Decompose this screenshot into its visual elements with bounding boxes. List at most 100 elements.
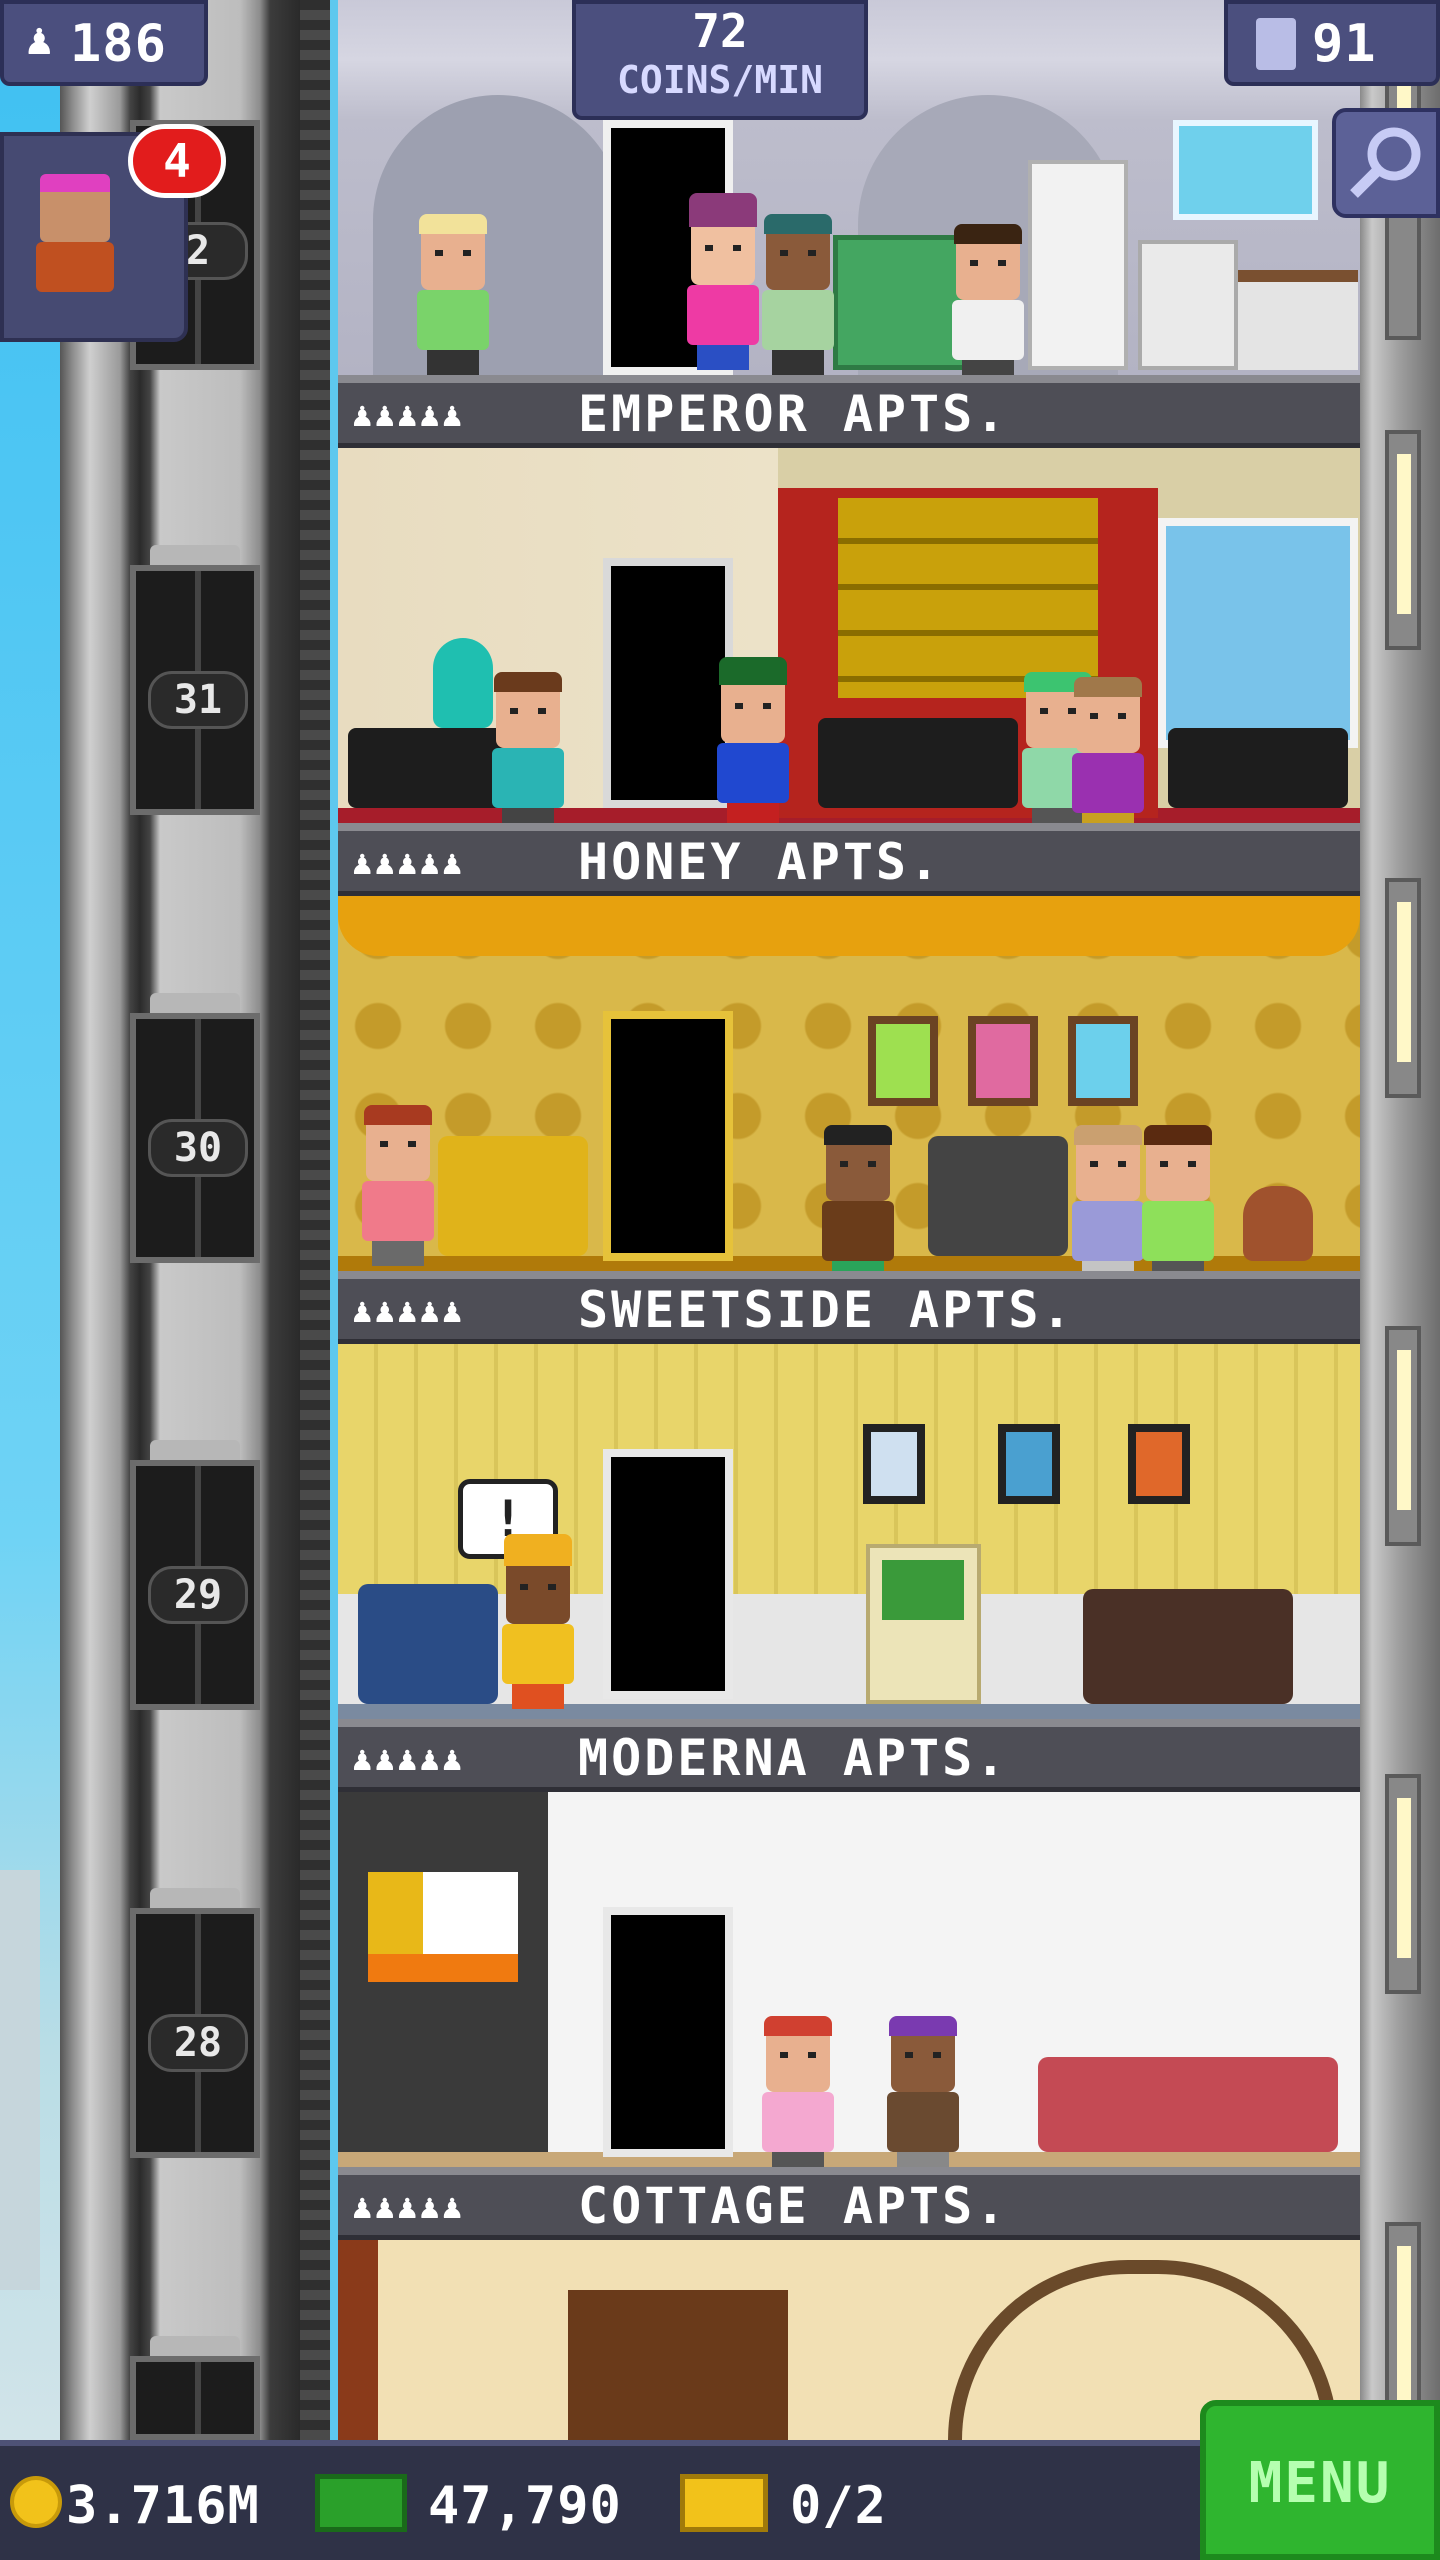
room-door[interactable] [603, 1011, 733, 1261]
resident-chicken-costume[interactable] [498, 1534, 578, 1709]
building-icon [1256, 18, 1296, 70]
resident[interactable] [883, 2016, 963, 2167]
resident[interactable] [358, 1105, 438, 1266]
kitchen-counter [1238, 270, 1358, 370]
resident-slots-icon: ♟♟♟♟♟ [352, 395, 465, 435]
floor-name: COTTAGE APTS. [578, 2177, 1009, 2235]
floor-name: SWEETSIDE APTS. [578, 1281, 1075, 1339]
black-sofa [1168, 728, 1348, 808]
distant-city [0, 1870, 40, 2290]
elevator-door-top [150, 2336, 240, 2356]
resident[interactable] [1138, 1125, 1218, 1271]
resident[interactable] [1068, 677, 1148, 823]
tower-window [1385, 1774, 1421, 1994]
red-sofa [1038, 2057, 1338, 2152]
tower-right-wall [1358, 0, 1440, 2440]
floors-value: 91 [1312, 14, 1377, 74]
floor-sign: ♟♟♟♟♟ EMPEROR APTS. [338, 375, 1360, 451]
coins-per-min-value: 72 [692, 4, 748, 58]
resident-slots-icon: ♟♟♟♟♟ [352, 1291, 465, 1331]
tower-window [1385, 878, 1421, 1098]
coins-value: 3.716M [66, 2476, 260, 2536]
floor-name: MODERNA APTS. [578, 1729, 1009, 1787]
bux-value: 47,790 [428, 2476, 622, 2536]
blue-armchair [358, 1584, 498, 1704]
resident[interactable] [818, 1125, 898, 1271]
population-icon: ♟ [26, 14, 53, 65]
shaft-rail [300, 0, 330, 2440]
floor-sign: ♟♟♟♟♟ SWEETSIDE APTS. [338, 1271, 1360, 1347]
resident[interactable] [758, 214, 838, 375]
resident[interactable] [713, 657, 793, 823]
elevator-floor-number: 30 [148, 1119, 248, 1177]
gold-wall [838, 498, 1098, 698]
black-sofa [818, 718, 1018, 808]
resident[interactable] [948, 224, 1028, 375]
floors-counter[interactable]: 91 [1224, 0, 1440, 86]
teal-vase [433, 638, 493, 728]
elevator-door[interactable]: 28 [130, 1908, 260, 2158]
tower-window [1385, 430, 1421, 650]
dripping-honey [338, 896, 1360, 956]
picture-frame [998, 1424, 1060, 1504]
floor-name: HONEY APTS. [578, 833, 943, 891]
room-door[interactable] [603, 1907, 733, 2157]
elevator-door-top [150, 1888, 240, 1908]
yellow-armchair [438, 1136, 588, 1256]
picture-frame [868, 1016, 938, 1106]
resident[interactable] [758, 2016, 838, 2167]
picture-frame [1068, 1016, 1138, 1106]
refrigerator [1028, 160, 1128, 370]
notification-badge[interactable]: 4 [128, 124, 226, 198]
floor-trim [338, 2152, 1360, 2167]
window [1173, 120, 1318, 220]
elevator-floor-number: 29 [148, 1566, 248, 1624]
sky-background [0, 0, 60, 2560]
resident-slots-icon: ♟♟♟♟♟ [352, 843, 465, 883]
elevator-door[interactable]: 31 [130, 565, 260, 815]
ticket-icon [680, 2474, 768, 2532]
picture-frame [1128, 1424, 1190, 1504]
resident[interactable] [488, 672, 568, 823]
picture-frame [863, 1424, 925, 1504]
elevator-door-top [150, 1440, 240, 1460]
floor-cottage[interactable] [338, 1792, 1360, 2167]
fireplace [568, 2290, 788, 2440]
menu-button[interactable]: MENU [1200, 2400, 1440, 2560]
menu-button-label: MENU [1248, 2451, 1392, 2516]
resident-slots-icon: ♟♟♟♟♟ [352, 2187, 465, 2227]
floor-sign: ♟♟♟♟♟ MODERNA APTS. [338, 1719, 1360, 1795]
population-value: 186 [70, 14, 167, 74]
elevator-door-top [150, 993, 240, 1013]
tower-window [1385, 1326, 1421, 1546]
grey-armchair [928, 1136, 1068, 1256]
resident[interactable] [413, 214, 493, 375]
elevator-floor-number: 28 [148, 2014, 248, 2072]
resident[interactable] [1068, 1125, 1148, 1271]
coin-icon [10, 2476, 62, 2528]
elevator-door[interactable]: 30 [130, 1013, 260, 1263]
elevator-door[interactable] [130, 2356, 260, 2440]
modern-art-frame [368, 1872, 518, 1982]
resident[interactable] [683, 193, 763, 370]
arch-alcove [373, 95, 623, 375]
flower-pot [1243, 1186, 1313, 1261]
arcade-cabinet [866, 1544, 981, 1704]
floor-moderna[interactable]: ! [338, 1344, 1360, 1719]
elevator-door[interactable]: 29 [130, 1460, 260, 1710]
stove [1138, 240, 1238, 370]
room-door[interactable] [603, 1449, 733, 1699]
coins-per-min-box[interactable]: 72 COINS/MIN [572, 0, 868, 120]
floor-name: EMPEROR APTS. [578, 385, 1009, 443]
population-counter[interactable]: ♟ 186 [0, 0, 208, 86]
floor-sign: ♟♟♟♟♟ HONEY APTS. [338, 823, 1360, 899]
brown-sofa [1083, 1589, 1293, 1704]
picture-frame [968, 1016, 1038, 1106]
search-button[interactable] [1332, 108, 1440, 218]
coins-per-min-label: COINS/MIN [617, 58, 823, 102]
floor-sweetside[interactable] [338, 896, 1360, 1271]
floor-honey[interactable] [338, 448, 1360, 823]
elevator-floor-number: 31 [148, 671, 248, 729]
magnifier-icon [1350, 127, 1421, 198]
window [1158, 518, 1358, 748]
